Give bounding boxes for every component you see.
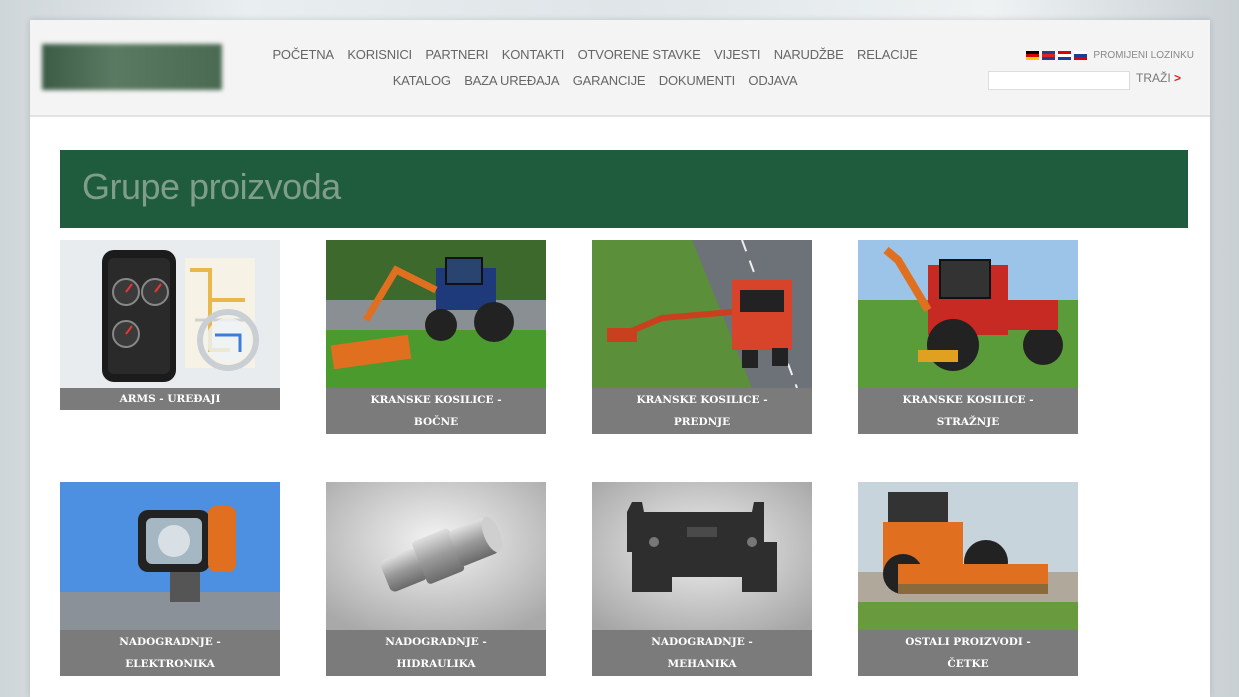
page-title-banner: Grupe proizvoda	[60, 150, 1188, 228]
search-button-label: TRAŽI	[1136, 71, 1171, 85]
product-label-line: MEHANIKA	[667, 658, 737, 670]
arrow-right-icon: >	[1174, 71, 1182, 85]
product-label-line: ČETKE	[947, 658, 989, 670]
nav-item-dokumenti[interactable]: DOKUMENTI	[659, 73, 735, 88]
product-label-line: KRANSKE KOSILICE -	[370, 394, 502, 406]
product-label: NADOGRADNJE - ELEKTRONIKA	[60, 630, 280, 676]
hydraulics-upgrade-image	[326, 482, 546, 630]
nav-item-baza-uredaja[interactable]: BAZA UREĐAJA	[464, 73, 559, 88]
product-label: NADOGRADNJE - MEHANIKA	[592, 630, 812, 676]
product-label-line: NADOGRADNJE -	[385, 636, 487, 648]
nav-item-kontakti[interactable]: KONTAKTI	[502, 47, 565, 62]
nav-item-garancije[interactable]: GARANCIJE	[573, 73, 646, 88]
language-switcher: PROMIJENI LOZINKU	[1026, 50, 1194, 61]
flag-si-icon[interactable]	[1074, 51, 1088, 60]
product-label-line: OSTALI PROIZVODI -	[905, 636, 1031, 648]
flag-de-icon[interactable]	[1026, 51, 1040, 60]
site-header: POČETNA KORISNICI PARTNERI KONTAKTI OTVO…	[30, 20, 1210, 117]
product-label: ARMS - UREĐAJI	[60, 388, 280, 410]
product-label-line: ARMS - UREĐAJI	[119, 393, 221, 405]
mechanics-upgrade-image	[592, 482, 812, 630]
product-label-line: KRANSKE KOSILICE -	[636, 394, 768, 406]
product-label-line: BOČNE	[413, 416, 459, 428]
nav-item-partneri[interactable]: PARTNERI	[425, 47, 488, 62]
product-label-line: ELEKTRONIKA	[125, 658, 215, 670]
change-password-link[interactable]: PROMIJENI LOZINKU	[1093, 50, 1194, 61]
company-logo[interactable]	[42, 44, 222, 90]
arms-devices-image	[60, 240, 280, 388]
nav-item-relacije[interactable]: RELACIJE	[857, 47, 918, 62]
brushes-image	[858, 482, 1078, 630]
page-container: POČETNA KORISNICI PARTNERI KONTAKTI OTVO…	[30, 20, 1210, 697]
product-label-line: NADOGRADNJE -	[651, 636, 753, 648]
rear-boom-mower-image	[858, 240, 1078, 388]
front-boom-mower-image	[592, 240, 812, 388]
product-label: KRANSKE KOSILICE - BOČNE	[326, 388, 546, 434]
main-nav: POČETNA KORISNICI PARTNERI KONTAKTI OTVO…	[235, 42, 955, 94]
nav-item-pocetna[interactable]: POČETNA	[272, 47, 334, 62]
product-label: KRANSKE KOSILICE - STRAŽNJE	[858, 388, 1078, 434]
search-button[interactable]: TRAŽI >	[1136, 71, 1181, 85]
product-label-line: PREDNJE	[673, 416, 731, 428]
product-label-line: KRANSKE KOSILICE -	[902, 394, 1034, 406]
product-label-line: NADOGRADNJE -	[119, 636, 221, 648]
product-label: KRANSKE KOSILICE - PREDNJE	[592, 388, 812, 434]
search-input[interactable]	[988, 71, 1130, 90]
nav-item-otvorene-stavke[interactable]: OTVORENE STAVKE	[578, 47, 701, 62]
product-label: OSTALI PROIZVODI - ČETKE	[858, 630, 1078, 676]
product-label-line: STRAŽNJE	[936, 416, 1000, 428]
product-label: NADOGRADNJE - HIDRAULIKA	[326, 630, 546, 676]
nav-item-vijesti[interactable]: VIJESTI	[714, 47, 760, 62]
nav-item-odjava[interactable]: ODJAVA	[748, 73, 797, 88]
side-boom-mower-image	[326, 240, 546, 388]
electronics-upgrade-image	[60, 482, 280, 630]
flag-hr-icon[interactable]	[1058, 51, 1072, 60]
nav-item-katalog[interactable]: KATALOG	[393, 73, 451, 88]
flag-gb-icon[interactable]	[1042, 51, 1056, 60]
nav-item-narudzbe[interactable]: NARUDŽBE	[774, 47, 844, 62]
product-label-line: HIDRAULIKA	[396, 658, 476, 670]
nav-item-korisnici[interactable]: KORISNICI	[347, 47, 412, 62]
page-title: Grupe proizvoda	[82, 166, 341, 207]
